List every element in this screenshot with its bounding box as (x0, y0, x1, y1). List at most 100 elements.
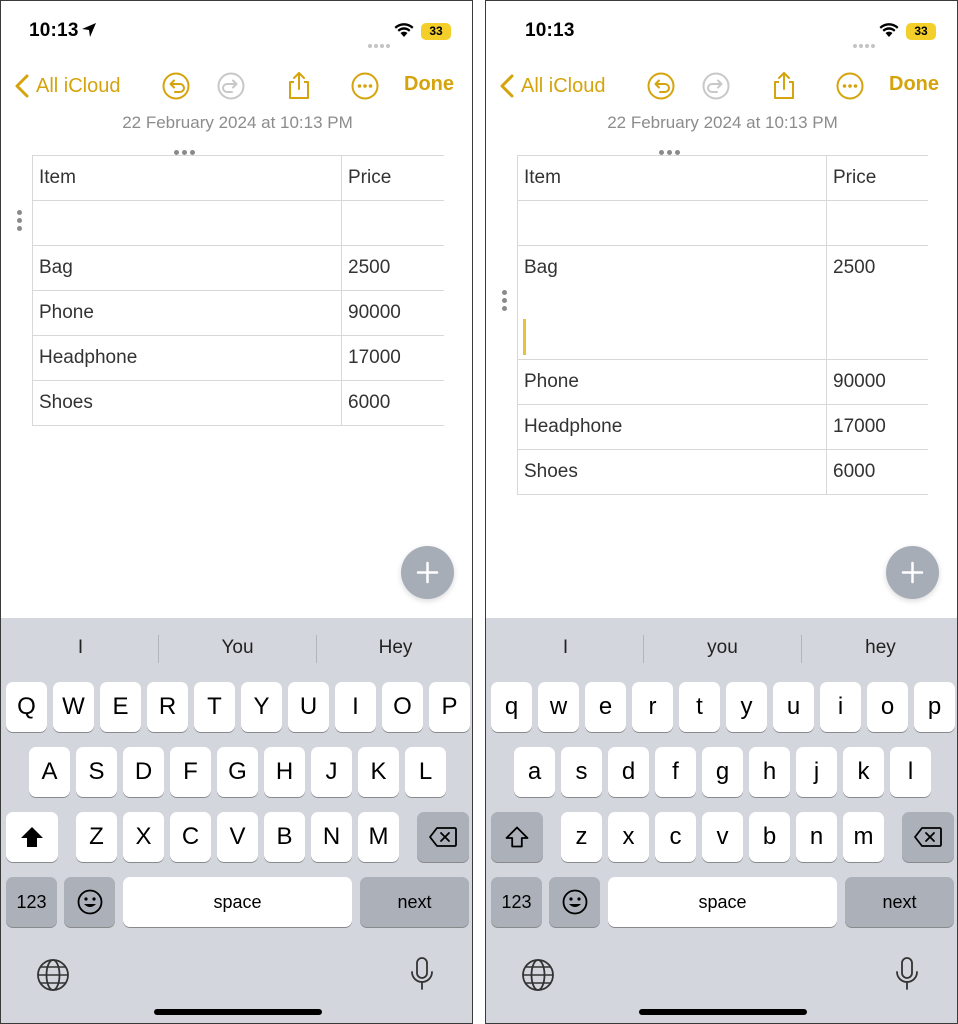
key-b[interactable]: B (264, 812, 305, 862)
delete-key[interactable] (902, 812, 954, 862)
key-h[interactable]: H (264, 747, 305, 797)
share-icon[interactable] (769, 71, 799, 101)
key-a[interactable]: a (514, 747, 555, 797)
table-cell[interactable] (32, 200, 342, 246)
table-cell[interactable]: Phone (32, 290, 342, 336)
undo-icon[interactable] (646, 71, 676, 101)
done-button[interactable]: Done (404, 73, 454, 96)
key-r[interactable]: r (632, 682, 673, 732)
key-t[interactable]: t (679, 682, 720, 732)
row-handle-icon[interactable] (502, 290, 508, 314)
table-cell[interactable]: 2500 (826, 245, 928, 360)
table-row[interactable]: Item Price (32, 155, 444, 201)
key-u[interactable]: U (288, 682, 329, 732)
back-button[interactable]: All iCloud (496, 71, 605, 101)
globe-icon[interactable] (521, 958, 555, 992)
microphone-icon[interactable] (894, 956, 920, 992)
space-key[interactable]: space (123, 877, 352, 927)
table-cell[interactable]: 6000 (341, 380, 444, 426)
table-row[interactable]: Headphone 17000 (517, 404, 928, 450)
table-row[interactable]: Headphone 17000 (32, 335, 444, 381)
table-cell[interactable]: Item (517, 155, 827, 201)
key-o[interactable]: O (382, 682, 423, 732)
column-handle-icon[interactable] (659, 142, 685, 155)
add-button[interactable] (401, 546, 454, 599)
key-i[interactable]: i (820, 682, 861, 732)
notes-table[interactable]: Item Price Bag 2500 Phone 90000 Headphone 1… (517, 155, 928, 495)
table-cell[interactable] (826, 200, 928, 246)
suggestion-2[interactable]: you (644, 618, 801, 678)
table-cell[interactable]: Item (32, 155, 342, 201)
column-handle-icon[interactable] (174, 142, 200, 155)
key-y[interactable]: y (726, 682, 767, 732)
done-button[interactable]: Done (889, 73, 939, 96)
key-l[interactable]: L (405, 747, 446, 797)
key-d[interactable]: D (123, 747, 164, 797)
key-m[interactable]: m (843, 812, 884, 862)
key-k[interactable]: k (843, 747, 884, 797)
table-cell[interactable]: Price (341, 155, 444, 201)
key-h[interactable]: h (749, 747, 790, 797)
table-cell[interactable] (341, 200, 444, 246)
key-g[interactable]: g (702, 747, 743, 797)
key-k[interactable]: K (358, 747, 399, 797)
globe-icon[interactable] (36, 958, 70, 992)
key-g[interactable]: G (217, 747, 258, 797)
table-row[interactable]: Bag 2500 (517, 245, 928, 360)
key-j[interactable]: J (311, 747, 352, 797)
table-row[interactable]: Shoes 6000 (517, 449, 928, 495)
key-o[interactable]: o (867, 682, 908, 732)
key-e[interactable]: e (585, 682, 626, 732)
table-cell[interactable]: Shoes (517, 449, 827, 495)
back-button[interactable]: All iCloud (11, 71, 120, 101)
key-q[interactable]: Q (6, 682, 47, 732)
emoji-key[interactable] (549, 877, 600, 927)
more-icon[interactable] (350, 71, 380, 101)
key-z[interactable]: z (561, 812, 602, 862)
shift-key[interactable] (6, 812, 58, 862)
key-p[interactable]: p (914, 682, 955, 732)
table-cell[interactable]: Shoes (32, 380, 342, 426)
delete-key[interactable] (417, 812, 469, 862)
table-cell[interactable]: Bag (32, 245, 342, 291)
table-cell[interactable] (517, 200, 827, 246)
table-row[interactable] (517, 200, 928, 246)
key-u[interactable]: u (773, 682, 814, 732)
key-w[interactable]: W (53, 682, 94, 732)
table-cell[interactable]: Headphone (517, 404, 827, 450)
notes-table[interactable]: Item Price Bag 2500 Phone 90000 Headphone 17… (32, 155, 444, 426)
table-row[interactable]: Phone 90000 (517, 359, 928, 405)
table-row[interactable]: Bag 2500 (32, 245, 444, 291)
key-y[interactable]: Y (241, 682, 282, 732)
table-cell[interactable]: 17000 (341, 335, 444, 381)
table-cell-editing[interactable]: Bag (517, 245, 827, 360)
share-icon[interactable] (284, 71, 314, 101)
table-cell[interactable]: Headphone (32, 335, 342, 381)
numbers-key[interactable]: 123 (6, 877, 57, 927)
key-f[interactable]: f (655, 747, 696, 797)
key-n[interactable]: n (796, 812, 837, 862)
key-z[interactable]: Z (76, 812, 117, 862)
table-cell[interactable]: Price (826, 155, 928, 201)
suggestion-1[interactable]: I (2, 618, 159, 678)
key-s[interactable]: S (76, 747, 117, 797)
redo-icon[interactable] (701, 71, 731, 101)
home-indicator[interactable] (154, 1009, 322, 1015)
table-cell[interactable]: 2500 (341, 245, 444, 291)
key-m[interactable]: M (358, 812, 399, 862)
row-handle-icon[interactable] (17, 210, 23, 234)
key-w[interactable]: w (538, 682, 579, 732)
space-key[interactable]: space (608, 877, 837, 927)
key-x[interactable]: x (608, 812, 649, 862)
home-indicator[interactable] (639, 1009, 807, 1015)
key-s[interactable]: s (561, 747, 602, 797)
suggestion-2[interactable]: You (159, 618, 316, 678)
key-b[interactable]: b (749, 812, 790, 862)
table-row[interactable]: Phone 90000 (32, 290, 444, 336)
key-v[interactable]: v (702, 812, 743, 862)
microphone-icon[interactable] (409, 956, 435, 992)
numbers-key[interactable]: 123 (491, 877, 542, 927)
key-r[interactable]: R (147, 682, 188, 732)
key-d[interactable]: d (608, 747, 649, 797)
key-e[interactable]: E (100, 682, 141, 732)
